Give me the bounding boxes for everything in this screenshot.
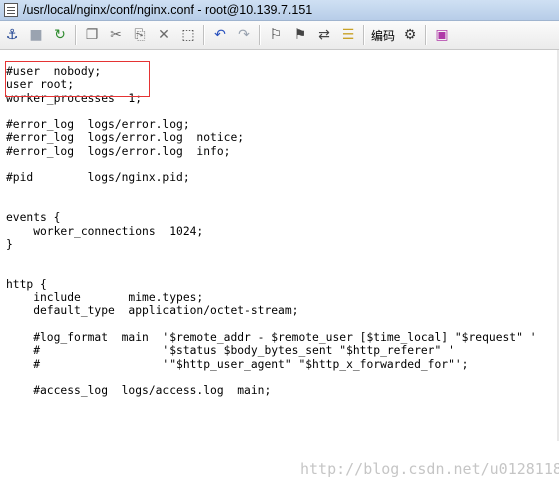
reload-button[interactable]: ↻: [49, 24, 71, 46]
toolbar-separator: [363, 25, 365, 45]
find-button[interactable]: ⚐: [265, 24, 287, 46]
goto-button[interactable]: ☰: [337, 24, 359, 46]
code-line: events {: [6, 211, 61, 225]
find-next-button[interactable]: ⚑: [289, 24, 311, 46]
redo-icon: ↷: [238, 27, 250, 43]
code-line: http {: [6, 277, 47, 291]
delete-button[interactable]: ✕: [153, 24, 175, 46]
delete-icon: ✕: [158, 27, 170, 43]
code-line: #pid logs/nginx.pid;: [6, 171, 190, 185]
reload-icon: ↻: [54, 27, 66, 43]
text-editor[interactable]: #user nobody; user root; worker_processes …: [0, 50, 559, 478]
redo-button[interactable]: ↷: [233, 24, 255, 46]
book-icon: ▣: [435, 27, 449, 43]
undo-button[interactable]: ↶: [209, 24, 231, 46]
undo-icon: ↶: [214, 27, 226, 43]
paste-button[interactable]: ⎘: [129, 24, 151, 46]
book-button[interactable]: ▣: [431, 24, 453, 46]
encoding-button[interactable]: 编码: [368, 24, 398, 46]
toolbar: ⚓ ■ ↻ ❐ ✂ ⎘ ✕ ⬚ ↶ ↷ ⚐ ⚑ ⇄ ☰ 编码 ⚙ ▣: [0, 21, 559, 50]
highlight-box: [5, 61, 150, 97]
find-icon: ⚐: [269, 27, 283, 43]
cut-icon: ✂: [110, 27, 122, 43]
copy-icon: ❐: [85, 27, 99, 43]
code-line: #error_log logs/error.log info;: [6, 144, 231, 158]
select-all-icon: ⬚: [181, 27, 195, 43]
gear-button[interactable]: ⚙: [399, 24, 421, 46]
replace-icon: ⇄: [318, 27, 330, 43]
cut-button[interactable]: ✂: [105, 24, 127, 46]
gear-icon: ⚙: [403, 27, 417, 43]
toolbar-separator: [259, 25, 261, 45]
toolbar-separator: [425, 25, 428, 45]
replace-button[interactable]: ⇄: [313, 24, 335, 46]
save-button[interactable]: ■: [25, 24, 47, 46]
window-title: /usr/local/nginx/conf/nginx.conf - root@…: [23, 3, 313, 17]
save-remote-icon: ⚓: [5, 27, 19, 43]
code-line: #error_log logs/error.log notice;: [6, 131, 245, 145]
toolbar-separator: [203, 25, 205, 45]
find-next-icon: ⚑: [293, 27, 307, 43]
code-line: #error_log logs/error.log;: [6, 118, 190, 132]
code-content[interactable]: #user nobody; user root; worker_processes …: [6, 65, 537, 397]
code-line: # '$status $body_bytes_sent "$http_refer…: [6, 344, 455, 358]
copy-button[interactable]: ❐: [81, 24, 103, 46]
paste-icon: ⎘: [134, 27, 146, 43]
code-line: default_type application/octet-stream;: [6, 304, 299, 318]
code-line: #access_log logs/access.log main;: [6, 384, 272, 398]
code-line: worker_connections 1024;: [6, 224, 204, 238]
save-remote-button[interactable]: ⚓: [1, 24, 23, 46]
title-bar: /usr/local/nginx/conf/nginx.conf - root@…: [0, 0, 559, 21]
code-line: include mime.types;: [6, 291, 204, 305]
code-line: # '"$http_user_agent" "$http_x_forwarded…: [6, 357, 469, 371]
document-icon: [4, 3, 18, 17]
code-line: }: [6, 237, 13, 251]
watermark: http://blog.csdn.net/u012811841: [300, 460, 559, 478]
goto-icon: ☰: [341, 27, 355, 43]
save-icon: ■: [29, 27, 43, 43]
select-all-button[interactable]: ⬚: [177, 24, 199, 46]
toolbar-separator: [75, 25, 77, 45]
code-line: #log_format main '$remote_addr - $remote…: [6, 330, 537, 344]
